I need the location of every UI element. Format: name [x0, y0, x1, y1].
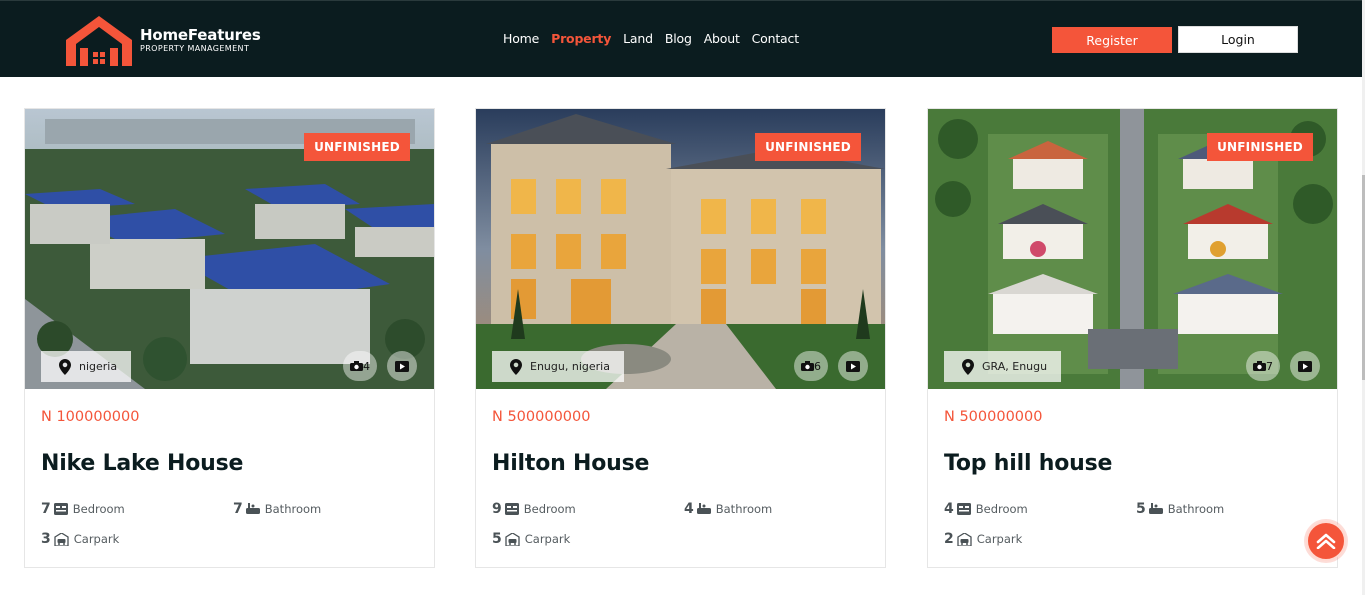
property-price: N 500000000	[492, 409, 591, 425]
video-button[interactable]	[1290, 351, 1320, 381]
bed-icon	[956, 503, 971, 515]
bedroom-count: 9 Bedroom	[492, 501, 576, 517]
property-card[interactable]: UNFINISHED nigeria 4 N 100000000 Nike La…	[24, 108, 435, 568]
status-badge: UNFINISHED	[304, 133, 410, 161]
photos-button[interactable]: 4	[343, 351, 377, 381]
photo-count: 4	[363, 359, 370, 373]
photos-button[interactable]: 6	[794, 351, 828, 381]
video-button[interactable]	[387, 351, 417, 381]
carpark-label: Carpark	[73, 532, 120, 546]
site-header: HomeFeatures PROPERTY MANAGEMENT Home Pr…	[0, 0, 1365, 77]
map-pin-icon	[962, 358, 974, 375]
bathroom-count: 5 Bathroom	[1136, 501, 1224, 517]
property-title[interactable]: Hilton House	[492, 451, 649, 476]
property-price: N 100000000	[41, 409, 140, 425]
nav-blog[interactable]: Blog	[665, 31, 692, 46]
carpark-number: 3	[41, 531, 51, 547]
property-title[interactable]: Nike Lake House	[41, 451, 243, 476]
photo-count: 7	[1266, 359, 1273, 373]
location-text: nigeria	[79, 360, 118, 373]
map-pin-icon	[510, 358, 522, 375]
property-image[interactable]: UNFINISHED nigeria 4	[25, 109, 434, 389]
bathroom-label: Bathroom	[264, 502, 322, 516]
status-badge: UNFINISHED	[1207, 133, 1313, 161]
location-tag: GRA, Enugu	[944, 351, 1062, 382]
property-card[interactable]: UNFINISHED GRA, Enugu 7 N 500000000 Top …	[927, 108, 1338, 568]
bathtub-icon	[696, 503, 711, 514]
property-card[interactable]: UNFINISHED Enugu, nigeria 6 N 500000000 …	[475, 108, 886, 568]
camera-icon	[801, 361, 814, 371]
camera-icon	[350, 361, 363, 371]
bedroom-number: 7	[41, 501, 51, 517]
location-text: GRA, Enugu	[982, 360, 1048, 373]
main-nav: Home Property Land Blog About Contact	[497, 31, 805, 46]
car-icon	[54, 532, 69, 546]
carpark-count: 3 Carpark	[41, 531, 119, 547]
bathtub-icon	[1148, 503, 1163, 514]
bathroom-number: 5	[1136, 501, 1146, 517]
nav-property[interactable]: Property	[551, 31, 611, 46]
property-title[interactable]: Top hill house	[944, 451, 1112, 476]
map-pin-icon	[59, 358, 71, 375]
bathroom-count: 4 Bathroom	[684, 501, 772, 517]
bedroom-number: 4	[944, 501, 954, 517]
carpark-count: 5 Carpark	[492, 531, 570, 547]
brand-logo[interactable]: HomeFeatures PROPERTY MANAGEMENT	[64, 13, 261, 67]
brand-text: HomeFeatures PROPERTY MANAGEMENT	[140, 26, 261, 54]
property-price: N 500000000	[944, 409, 1043, 425]
bathroom-number: 7	[233, 501, 243, 517]
brand-name: HomeFeatures	[140, 26, 261, 44]
nav-home[interactable]: Home	[503, 31, 539, 46]
carpark-count: 2 Carpark	[944, 531, 1022, 547]
car-icon	[505, 532, 520, 546]
location-tag: Enugu, nigeria	[492, 351, 624, 382]
carpark-number: 2	[944, 531, 954, 547]
bedroom-label: Bedroom	[72, 502, 125, 516]
nav-contact[interactable]: Contact	[752, 31, 799, 46]
carpark-number: 5	[492, 531, 502, 547]
bathroom-label: Bathroom	[1167, 502, 1225, 516]
photo-count: 6	[814, 359, 821, 373]
house-logo-icon	[66, 16, 132, 66]
status-badge: UNFINISHED	[755, 133, 861, 161]
login-button[interactable]: Login	[1178, 26, 1298, 53]
carpark-label: Carpark	[976, 532, 1023, 546]
nav-about[interactable]: About	[704, 31, 740, 46]
location-text: Enugu, nigeria	[530, 360, 610, 373]
brand-tagline: PROPERTY MANAGEMENT	[140, 44, 250, 53]
bathroom-count: 7 Bathroom	[233, 501, 321, 517]
chevron-up-icon	[1316, 533, 1336, 549]
property-image[interactable]: UNFINISHED Enugu, nigeria 6	[476, 109, 885, 389]
play-icon	[846, 360, 860, 372]
play-icon	[1298, 360, 1312, 372]
bed-icon	[53, 503, 68, 515]
car-icon	[957, 532, 972, 546]
carpark-label: Carpark	[524, 532, 571, 546]
bathroom-label: Bathroom	[715, 502, 773, 516]
camera-icon	[1253, 361, 1266, 371]
photos-button[interactable]: 7	[1246, 351, 1280, 381]
bathtub-icon	[245, 503, 260, 514]
bathroom-number: 4	[684, 501, 694, 517]
bed-icon	[504, 503, 519, 515]
back-to-top-button[interactable]	[1306, 521, 1346, 561]
bedroom-count: 7 Bedroom	[41, 501, 125, 517]
bedroom-count: 4 Bedroom	[944, 501, 1028, 517]
bedroom-label: Bedroom	[975, 502, 1028, 516]
bedroom-label: Bedroom	[523, 502, 576, 516]
property-image[interactable]: UNFINISHED GRA, Enugu 7	[928, 109, 1337, 389]
video-button[interactable]	[838, 351, 868, 381]
register-button[interactable]: Register	[1052, 27, 1172, 53]
nav-land[interactable]: Land	[623, 31, 653, 46]
play-icon	[395, 360, 409, 372]
location-tag: nigeria	[41, 351, 132, 382]
bedroom-number: 9	[492, 501, 502, 517]
